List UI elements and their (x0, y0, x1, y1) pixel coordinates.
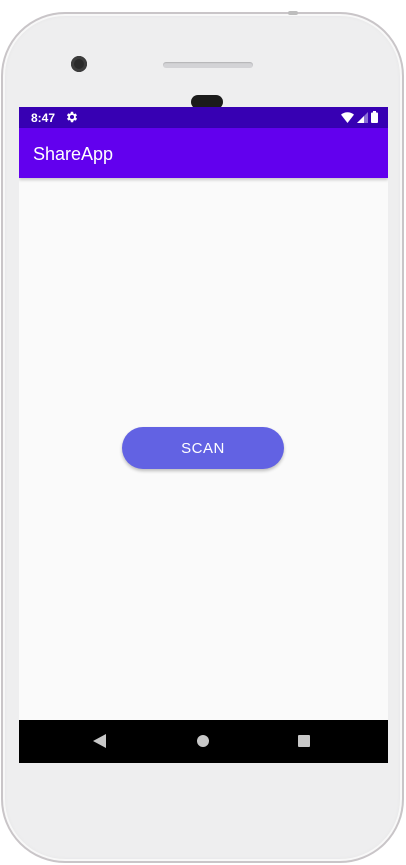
navigation-bar (19, 720, 388, 763)
home-icon[interactable] (197, 735, 209, 747)
recents-icon[interactable] (298, 735, 310, 747)
earpiece-speaker (163, 62, 253, 68)
gear-icon (66, 111, 78, 123)
status-time: 8:47 (31, 111, 56, 125)
front-camera (71, 56, 87, 72)
back-icon[interactable] (93, 734, 107, 748)
app-title: ShareApp (33, 144, 114, 164)
battery-icon (371, 111, 378, 123)
app-bar: ShareApp (19, 128, 388, 178)
wifi-icon (341, 111, 354, 123)
power-button (288, 11, 298, 15)
status-bar: 8:47 (19, 107, 388, 128)
status-icons (341, 110, 378, 124)
signal-icon (357, 111, 368, 123)
scan-button[interactable]: SCAN (122, 427, 284, 469)
device-screen: 8:47 ShareApp SCAN (19, 107, 388, 763)
